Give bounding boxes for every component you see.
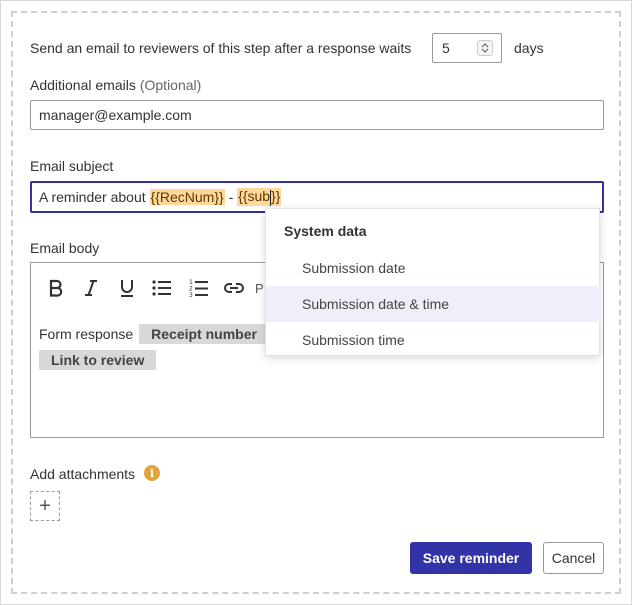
plus-icon: + bbox=[39, 494, 51, 517]
partial-token-after: }} bbox=[271, 188, 281, 205]
italic-button[interactable] bbox=[80, 277, 102, 299]
cancel-button[interactable]: Cancel bbox=[543, 542, 604, 574]
add-attachment-button[interactable]: + bbox=[30, 491, 60, 521]
system-data-dropdown: System data Submission date Submission d… bbox=[265, 208, 601, 358]
svg-text:3: 3 bbox=[189, 292, 193, 298]
save-reminder-button[interactable]: Save reminder bbox=[410, 542, 532, 574]
numbered-list-icon: 1 2 3 bbox=[189, 279, 208, 298]
bullet-list-button[interactable] bbox=[151, 277, 173, 299]
partial-token-before: {{sub bbox=[238, 188, 271, 205]
body-text-form-response: Form response bbox=[39, 326, 134, 342]
days-suffix-text: days bbox=[514, 40, 544, 56]
optional-hint: (Optional) bbox=[139, 77, 202, 93]
receipt-number-chip[interactable]: Receipt number bbox=[139, 324, 269, 344]
dropdown-header: System data bbox=[284, 223, 367, 239]
additional-emails-input[interactable]: manager@example.com bbox=[30, 100, 604, 130]
toolbar-partial-label: P bbox=[255, 280, 264, 296]
spin-buttons[interactable] bbox=[477, 40, 493, 56]
underline-button[interactable] bbox=[116, 277, 138, 299]
dropdown-item-submission-time[interactable]: Submission time bbox=[266, 322, 601, 358]
dropdown-item-submission-date-time[interactable]: Submission date & time bbox=[266, 286, 601, 322]
bold-icon bbox=[49, 279, 63, 297]
recnum-token: {{RecNum}} bbox=[149, 189, 225, 205]
bullet-list-icon bbox=[152, 280, 171, 296]
days-stepper[interactable]: 5 bbox=[432, 33, 502, 63]
body-line-1: Form response Receipt number bbox=[39, 324, 269, 344]
info-icon[interactable]: i bbox=[144, 465, 160, 481]
reminder-prefix-text: Send an email to reviewers of this step … bbox=[30, 40, 412, 56]
additional-emails-value: manager@example.com bbox=[39, 107, 192, 123]
subject-separator: - bbox=[224, 189, 238, 205]
add-attachments-label: Add attachments bbox=[30, 466, 136, 482]
additional-emails-label: Additional emails (Optional) bbox=[30, 77, 201, 93]
italic-icon bbox=[85, 280, 97, 296]
partial-token: {{sub}} bbox=[237, 188, 282, 206]
numbered-list-button[interactable]: 1 2 3 bbox=[188, 277, 210, 299]
body-line-2: Link to review bbox=[39, 350, 157, 370]
days-value[interactable]: 5 bbox=[442, 40, 450, 56]
link-button[interactable] bbox=[223, 277, 245, 299]
link-to-review-chip[interactable]: Link to review bbox=[39, 350, 157, 370]
email-body-label: Email body bbox=[30, 240, 100, 256]
underline-icon bbox=[121, 280, 133, 297]
subject-text: A reminder about bbox=[39, 189, 150, 205]
additional-emails-label-text: Additional emails bbox=[30, 77, 136, 93]
dropdown-item-submission-date[interactable]: Submission date bbox=[266, 250, 601, 286]
email-subject-label: Email subject bbox=[30, 158, 114, 174]
link-icon bbox=[224, 283, 244, 293]
bold-button[interactable] bbox=[45, 277, 67, 299]
spin-arrows-icon[interactable] bbox=[478, 41, 492, 55]
